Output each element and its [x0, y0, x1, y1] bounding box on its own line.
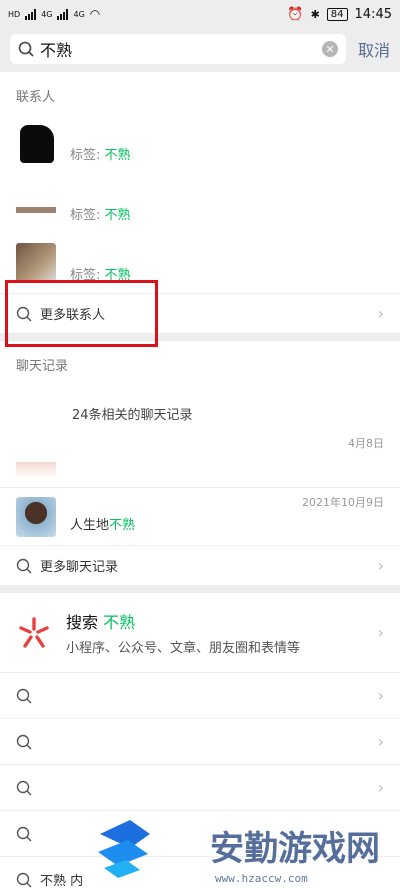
- contact-name: [70, 183, 384, 201]
- clock: 14:45: [354, 6, 392, 22]
- more-chats-label: 更多聊天记录: [40, 560, 119, 575]
- highlight-box: [5, 280, 158, 347]
- contact-tag: 标签: 不熟: [70, 148, 131, 163]
- avatar: [16, 123, 56, 163]
- chevron-right-icon: ›: [377, 623, 384, 642]
- chevron-right-icon: ›: [377, 778, 384, 797]
- chevron-right-icon: ›: [377, 732, 384, 751]
- net1-label: 4G: [41, 9, 53, 19]
- contact-row[interactable]: 标签: 不熟: [0, 173, 400, 233]
- chat-row[interactable]: 人生地不熟 2021年10月9日: [0, 487, 400, 545]
- watermark-url: www.hzaccw.com: [215, 872, 308, 885]
- battery-icon: 84: [326, 7, 348, 21]
- search-input[interactable]: [40, 39, 316, 59]
- bluetooth-icon: ✱: [310, 7, 320, 21]
- search-box[interactable]: ✕: [10, 34, 346, 64]
- search-icon: [16, 558, 32, 573]
- watermark-title: 安勤游戏网: [210, 829, 380, 869]
- signal-icon-2: [57, 8, 69, 20]
- web-search-row[interactable]: 搜索 不熟 小程序、公众号、文章、朋友圈和表情等 ›: [0, 593, 400, 672]
- avatar: [16, 438, 56, 478]
- wifi-icon: ◠: [89, 7, 101, 21]
- avatar: [16, 243, 56, 283]
- hd-label: HD: [8, 9, 21, 19]
- chats-title: 聊天记录: [16, 359, 69, 374]
- cancel-button[interactable]: 取消: [358, 37, 390, 61]
- watermark-logo-icon: [98, 820, 150, 878]
- chats-section: 聊天记录 24条相关的聊天记录 4月8日 人生地不熟 2021年10月9日 更多…: [0, 341, 400, 585]
- status-bar: HD 4G 4G ◠ ⏰ ✱ 84 14:45: [0, 0, 400, 28]
- chevron-right-icon: ›: [377, 686, 384, 705]
- chat-text: 人生地不熟: [70, 518, 136, 533]
- chat-date: 2021年10月9日: [302, 496, 384, 509]
- chat-summary: 24条相关的聊天记录: [72, 408, 193, 423]
- signal-icon: [25, 8, 37, 20]
- suggestion-row[interactable]: ›: [0, 764, 400, 810]
- chevron-right-icon: ›: [377, 556, 384, 575]
- more-chats-button[interactable]: 更多聊天记录 ›: [0, 545, 400, 585]
- chat-date: 4月8日: [348, 437, 384, 450]
- search-icon: [16, 688, 32, 703]
- search-icon: [16, 734, 32, 749]
- net2-label: 4G: [73, 9, 85, 19]
- avatar: [16, 496, 56, 537]
- web-search-title: 搜索 不熟: [66, 613, 136, 632]
- suggestion-row[interactable]: ›: [0, 672, 400, 718]
- search-row: ✕ 取消: [0, 28, 400, 70]
- watermark: 安勤游戏网 www.hzaccw.com: [98, 820, 380, 885]
- clear-icon[interactable]: ✕: [321, 41, 338, 57]
- chevron-right-icon: ›: [377, 304, 384, 323]
- chat-row[interactable]: 4月8日: [0, 429, 400, 487]
- search-icon: [18, 41, 34, 57]
- web-search-subtitle: 小程序、公众号、文章、朋友圈和表情等: [66, 641, 301, 656]
- contact-name: [70, 123, 384, 141]
- suggestion-row[interactable]: ›: [0, 718, 400, 764]
- avatar: [16, 183, 56, 223]
- search-icon: [16, 780, 32, 795]
- contacts-title: 联系人: [16, 90, 56, 105]
- search-one-search-icon: [19, 616, 49, 648]
- status-left: HD 4G 4G ◠: [8, 7, 100, 21]
- contact-name: [70, 243, 384, 261]
- alarm-icon: ⏰: [287, 6, 304, 22]
- contact-row[interactable]: 标签: 不熟: [0, 113, 400, 173]
- contact-tag: 标签: 不熟: [70, 208, 131, 223]
